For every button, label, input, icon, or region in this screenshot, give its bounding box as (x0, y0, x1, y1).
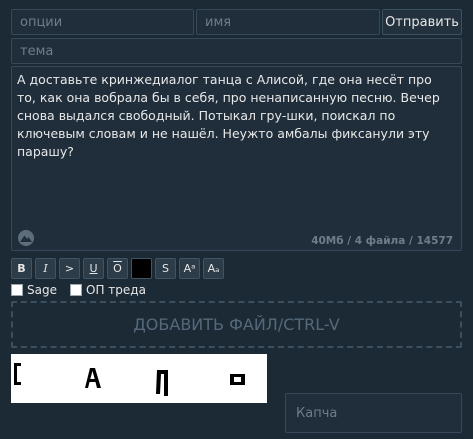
op-option[interactable]: ОП треда (70, 283, 146, 297)
op-checkbox[interactable] (70, 284, 82, 296)
send-button[interactable]: Отправить (382, 9, 462, 35)
sage-checkbox[interactable] (11, 284, 23, 296)
captcha-image (11, 354, 267, 403)
op-label: ОП треда (86, 283, 146, 297)
sage-option[interactable]: Sage (11, 283, 57, 297)
captcha-input[interactable] (285, 393, 462, 433)
underline-button[interactable]: U (83, 258, 104, 279)
file-counter: 40Мб / 4 файла / 14577 (311, 235, 453, 247)
overline-button[interactable]: O (107, 258, 128, 279)
subscript-button[interactable]: Aₐ (203, 258, 224, 279)
italic-button[interactable]: I (35, 258, 56, 279)
name-input[interactable] (196, 9, 380, 35)
sage-label: Sage (27, 283, 57, 297)
message-textarea[interactable]: А доставьте кринжедиалог танца с Алисой,… (11, 66, 462, 251)
subject-input[interactable] (11, 38, 462, 64)
file-dropzone[interactable]: ДОБАВИТЬ ФАЙЛ/CTRL-V (11, 301, 462, 348)
spoiler-button[interactable]: █ (131, 258, 152, 279)
mountain-icon[interactable] (17, 229, 35, 247)
message-text: А доставьте кринжедиалог танца с Алисой,… (17, 72, 440, 159)
formatting-toolbar: B I > U O █ S Aᵃ Aₐ (11, 258, 224, 279)
strike-button[interactable]: S (155, 258, 176, 279)
quote-button[interactable]: > (59, 258, 80, 279)
bold-button[interactable]: B (11, 258, 32, 279)
options-input[interactable] (11, 9, 194, 35)
superscript-button[interactable]: Aᵃ (179, 258, 200, 279)
